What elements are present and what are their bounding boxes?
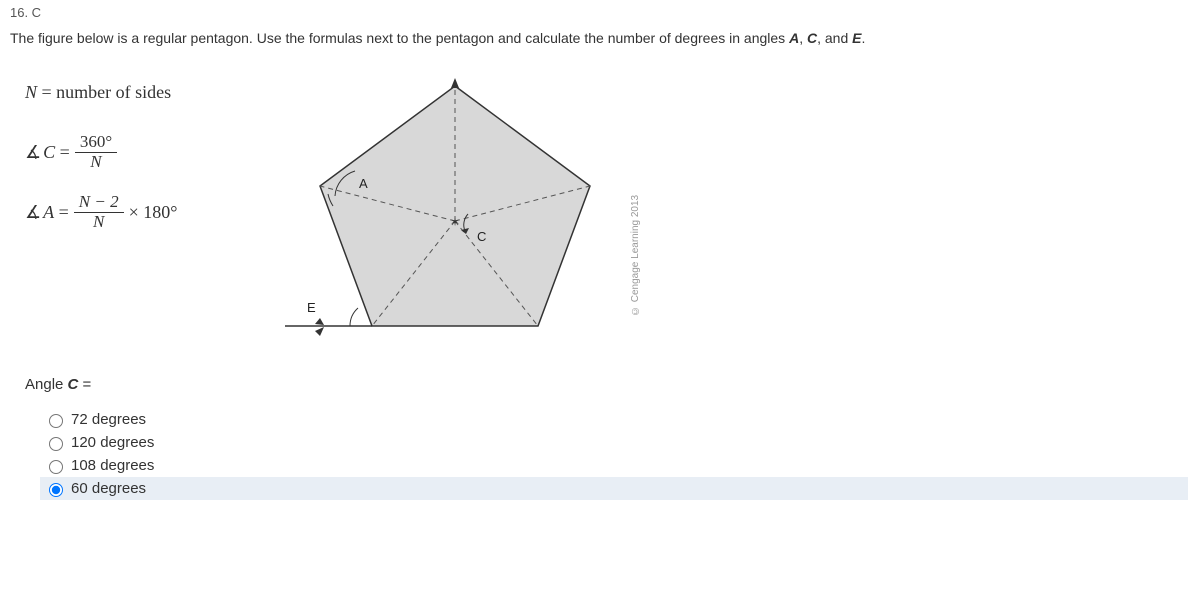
question-number: 16. C xyxy=(10,5,1190,20)
options-group: 72 degrees 120 degrees 108 degrees 60 de… xyxy=(25,408,1190,500)
formula-angle-c: ∡C = 360° N xyxy=(25,131,255,173)
radio-60[interactable] xyxy=(49,483,63,497)
label-c: C xyxy=(477,229,486,244)
frac-a-den: N xyxy=(88,213,109,232)
frac-c-num: 360° xyxy=(75,133,117,153)
var-a: A xyxy=(789,30,799,46)
formula-n-definition: N = number of sides xyxy=(25,71,255,113)
copyright-text: © Cengage Learning 2013 xyxy=(630,166,641,316)
option-label: 60 degrees xyxy=(71,480,146,497)
option-72[interactable]: 72 degrees xyxy=(40,408,1190,431)
var-c: C xyxy=(807,30,817,46)
option-120[interactable]: 120 degrees xyxy=(40,431,1190,454)
frac-a-num: N − 2 xyxy=(74,193,124,213)
label-e: E xyxy=(307,300,316,315)
option-108[interactable]: 108 degrees xyxy=(40,454,1190,477)
prompt-text: The figure below is a regular pentagon. … xyxy=(10,30,789,46)
option-label: 108 degrees xyxy=(71,457,154,474)
formulas-block: N = number of sides ∡C = 360° N ∡A = N −… xyxy=(25,66,255,251)
var-e: E xyxy=(852,30,861,46)
svg-text:✶: ✶ xyxy=(450,215,460,229)
option-60[interactable]: 60 degrees xyxy=(40,477,1188,500)
option-label: 72 degrees xyxy=(71,411,146,428)
radio-108[interactable] xyxy=(49,460,63,474)
pentagon-diagram: ✶ A C E xyxy=(255,66,635,346)
radio-72[interactable] xyxy=(49,414,63,428)
formula-mult: × 180° xyxy=(129,202,178,223)
label-a: A xyxy=(359,176,368,191)
option-label: 120 degrees xyxy=(71,434,154,451)
radio-120[interactable] xyxy=(49,437,63,451)
prompt: The figure below is a regular pentagon. … xyxy=(10,30,1190,46)
frac-c-den: N xyxy=(85,153,106,172)
formula-angle-a: ∡A = N − 2 N × 180° xyxy=(25,191,255,233)
answer-prompt: Angle C = xyxy=(25,376,1190,393)
